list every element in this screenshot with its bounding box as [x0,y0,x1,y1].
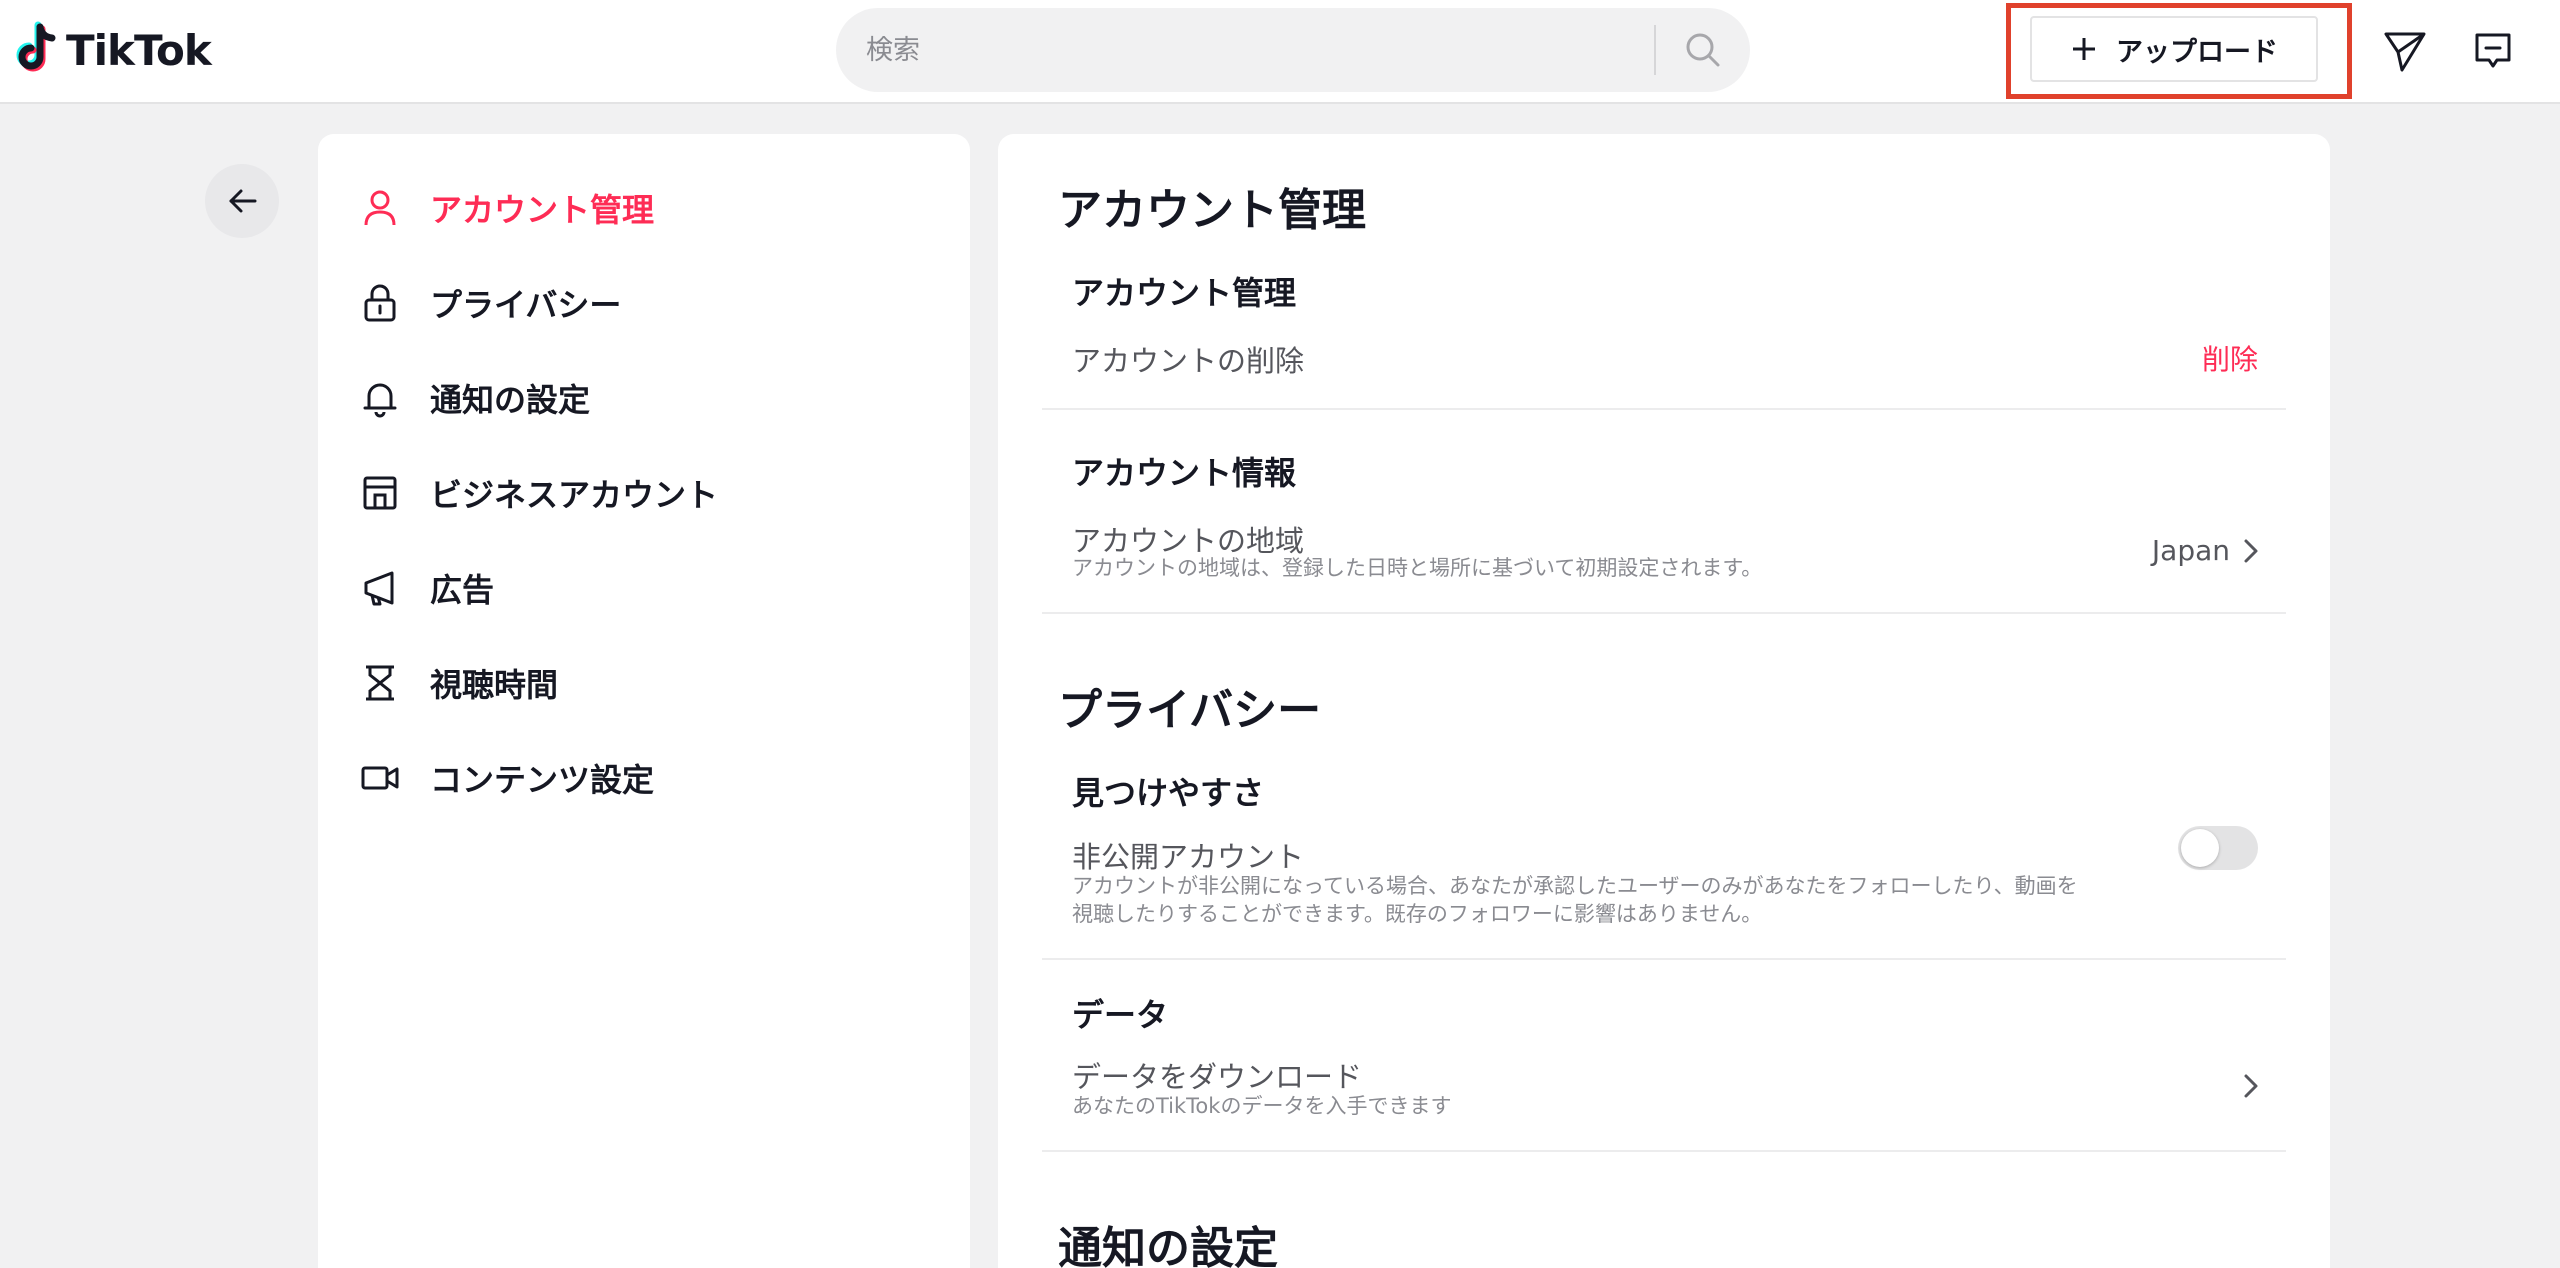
divider [1042,612,2286,614]
sidebar-item-content[interactable]: コンテンツ設定 [358,748,938,808]
video-camera-icon [358,756,402,800]
inbox-icon [2475,33,2511,68]
sidebar-item-label: コンテンツ設定 [430,761,655,799]
privacy-section-title: プライバシー [1058,685,1322,736]
arrow-left-icon [229,189,257,213]
tiktok-note-icon [16,21,56,72]
chevron-right-icon [2244,1074,2258,1098]
bell-icon [358,376,402,420]
sidebar-item-label: ビジネスアカウント [430,476,719,514]
settings-main-panel: アカウント管理 アカウント管理 アカウントの削除 削除 アカウント情報 アカウン… [998,134,2330,1268]
discoverability-title: 見つけやすさ [1072,774,1265,812]
person-icon [358,186,402,230]
sidebar-item-label: プライバシー [430,286,622,324]
private-account-label: 非公開アカウント [1072,840,1305,874]
tiktok-logo[interactable]: TikTok [10,20,212,80]
account-info-title: アカウント情報 [1072,454,1297,492]
search-button[interactable] [1656,8,1750,92]
settings-sidebar: アカウント管理 プライバシー 通知の設定 ビジネスアカウント 広告 視聴時間 コ… [318,134,970,1268]
account-region-description: アカウントの地域は、登録した日時と場所に基づいて初期設定されます。 [1072,556,1763,580]
private-account-toggle[interactable] [2178,826,2258,870]
upload-label: アップロード [2116,36,2278,68]
sidebar-item-label: 通知の設定 [430,381,591,419]
toggle-knob [2181,829,2219,867]
sidebar-item-business[interactable]: ビジネスアカウント [358,463,938,523]
inbox-button[interactable] [2468,26,2518,76]
sidebar-item-ads[interactable]: 広告 [358,558,938,618]
delete-account-label: アカウントの削除 [1072,344,1305,378]
store-icon [358,471,402,515]
sidebar-item-label: アカウント管理 [430,191,655,229]
sidebar-item-notifications[interactable]: 通知の設定 [358,368,938,428]
chevron-right-icon [2244,539,2258,562]
notifications-section-title: 通知の設定 [1058,1223,1278,1268]
upload-button[interactable]: アップロード [2030,16,2318,82]
divider [1042,1150,2286,1152]
messages-button[interactable] [2380,26,2430,76]
hourglass-icon [358,661,402,705]
private-account-description-line1: アカウントが非公開になっている場合、あなたが承認したユーザーのみがあなたをフォロ… [1072,874,2078,898]
paper-plane-icon [2384,32,2426,72]
logo-text: TikTok [66,25,212,75]
account-section-title: アカウント管理 [1058,185,1366,236]
sidebar-item-screen-time[interactable]: 視聴時間 [358,653,938,713]
search-bar [836,8,1750,92]
divider [1042,408,2286,410]
account-region-selector[interactable]: Japan [2152,534,2260,567]
back-button[interactable] [205,164,279,238]
sidebar-item-account[interactable]: アカウント管理 [358,178,938,238]
search-input[interactable] [836,8,1654,92]
plus-icon [2073,38,2095,60]
top-header: TikTok アップロード [0,0,2560,104]
lock-icon [358,281,402,325]
sidebar-item-label: 視聴時間 [430,666,559,704]
account-management-title: アカウント管理 [1072,274,1297,312]
account-region-value: Japan [2151,534,2230,567]
download-data-description: あなたのTikTokのデータを入手できます [1072,1094,1452,1118]
data-title: データ [1072,996,1169,1034]
megaphone-icon [358,566,402,610]
search-icon [1686,33,1720,67]
download-data-button[interactable] [2242,1072,2260,1104]
delete-account-button[interactable]: 削除 [2202,338,2258,378]
sidebar-item-label: 広告 [430,571,495,609]
divider [1042,958,2286,960]
private-account-description-line2: 視聴したりすることができます。既存のフォロワーに影響はありません。 [1072,902,1763,926]
download-data-label: データをダウンロード [1072,1060,1363,1094]
sidebar-item-privacy[interactable]: プライバシー [358,273,938,333]
